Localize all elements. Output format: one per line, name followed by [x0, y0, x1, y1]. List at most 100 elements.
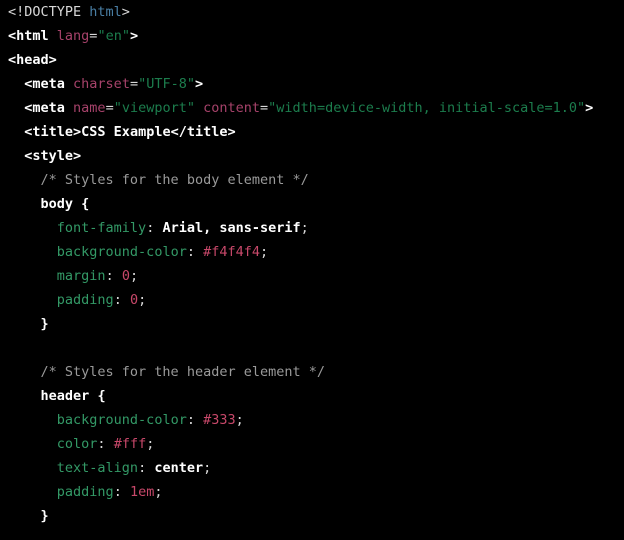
- token-number: 0: [129, 292, 139, 308]
- token-prop: background-color: [56, 412, 187, 428]
- token-brace: {: [97, 388, 106, 404]
- token-colon: :: [138, 460, 155, 476]
- code-line[interactable]: /* Styles for the header element */: [0, 360, 624, 384]
- token-comment: /* Styles for the header element */: [40, 364, 325, 380]
- token-tag: >: [585, 100, 594, 116]
- token-colon: :: [113, 484, 130, 500]
- token-prop: margin: [56, 268, 106, 284]
- code-line[interactable]: <meta name="viewport" content="width=dev…: [0, 96, 624, 120]
- token-punct: [73, 196, 81, 212]
- token-punct: [65, 100, 73, 116]
- token-tag: <title>: [24, 124, 82, 140]
- code-line[interactable]: <!DOCTYPE html>: [0, 0, 624, 24]
- token-string: "en": [97, 28, 130, 44]
- token-punct: [195, 100, 203, 116]
- token-text: CSS Example: [81, 124, 171, 140]
- token-attr: lang: [56, 28, 90, 44]
- token-colon: :: [186, 244, 204, 260]
- token-semi: ;: [146, 436, 155, 452]
- token-punct: >: [121, 4, 130, 20]
- token-tag: <head>: [8, 52, 57, 68]
- token-prop: text-align: [56, 460, 139, 476]
- token-tag: </title>: [170, 124, 236, 140]
- code-line[interactable]: background-color: #f4f4f4;: [0, 240, 624, 264]
- code-line[interactable]: background-color: #333;: [0, 408, 624, 432]
- code-editor[interactable]: <!DOCTYPE html> <html lang="en"> <head> <m…: [0, 0, 624, 540]
- token-tag: >: [129, 28, 139, 44]
- token-tag: <html: [8, 28, 49, 44]
- token-tag: <meta: [24, 76, 65, 92]
- code-line[interactable]: text-align: center;: [0, 456, 624, 480]
- token-semi: ;: [235, 412, 244, 428]
- token-string: "width=device-width, initial-scale=1.0": [268, 100, 586, 116]
- code-line[interactable]: padding: 0;: [0, 288, 624, 312]
- token-attr: name: [73, 100, 106, 116]
- code-line[interactable]: <head>: [0, 48, 624, 72]
- token-number: #fff: [113, 436, 147, 452]
- code-line[interactable]: header {: [0, 384, 624, 408]
- code-line[interactable]: <html lang="en">: [0, 24, 624, 48]
- token-prop: font-family: [56, 220, 147, 236]
- code-line[interactable]: <title>CSS Example</title>: [0, 120, 624, 144]
- token-brace: }: [40, 508, 49, 524]
- token-semi: ;: [260, 244, 269, 260]
- token-string: "UTF-8": [138, 76, 195, 92]
- code-line[interactable]: <meta charset="UTF-8">: [0, 72, 624, 96]
- token-punct: =: [105, 100, 114, 116]
- code-line[interactable]: body {: [0, 192, 624, 216]
- token-brace: }: [40, 316, 49, 332]
- code-line[interactable]: font-family: Arial, sans-serif;: [0, 216, 624, 240]
- token-comment: /* Styles for the body element */: [40, 172, 309, 188]
- token-attr: charset: [73, 76, 130, 92]
- code-line[interactable]: }: [0, 504, 624, 528]
- code-line[interactable]: [0, 336, 624, 360]
- token-punct: =: [129, 76, 139, 92]
- code-line[interactable]: color: #fff;: [0, 432, 624, 456]
- token-colon: :: [113, 292, 130, 308]
- code-line[interactable]: /* Styles for the body element */: [0, 168, 624, 192]
- token-value: Arial, sans-serif: [162, 220, 301, 236]
- token-prop: padding: [56, 484, 114, 500]
- token-number: #333: [203, 412, 236, 428]
- token-number: 1em: [129, 484, 155, 500]
- token-tag: >: [195, 76, 204, 92]
- token-colon: :: [97, 436, 114, 452]
- token-semi: ;: [300, 220, 309, 236]
- token-tag: <meta: [24, 100, 65, 116]
- token-string: "viewport": [113, 100, 195, 116]
- token-brace: {: [81, 196, 90, 212]
- token-punct: [49, 28, 57, 44]
- token-semi: ;: [154, 484, 163, 500]
- token-colon: :: [146, 220, 163, 236]
- token-number: #f4f4f4: [203, 244, 260, 260]
- token-selector: header: [40, 388, 90, 404]
- token-punct: [65, 76, 73, 92]
- code-line[interactable]: }: [0, 312, 624, 336]
- code-line[interactable]: margin: 0;: [0, 264, 624, 288]
- code-content[interactable]: <!DOCTYPE html> <html lang="en"> <head> <m…: [0, 0, 624, 528]
- token-prop: background-color: [56, 244, 187, 260]
- token-attr: content: [203, 100, 261, 116]
- code-line[interactable]: padding: 1em;: [0, 480, 624, 504]
- token-semi: ;: [129, 268, 139, 284]
- token-doctype-name: html: [89, 4, 122, 20]
- token-number: 0: [121, 268, 130, 284]
- code-line[interactable]: <style>: [0, 144, 624, 168]
- token-selector: body: [40, 196, 74, 212]
